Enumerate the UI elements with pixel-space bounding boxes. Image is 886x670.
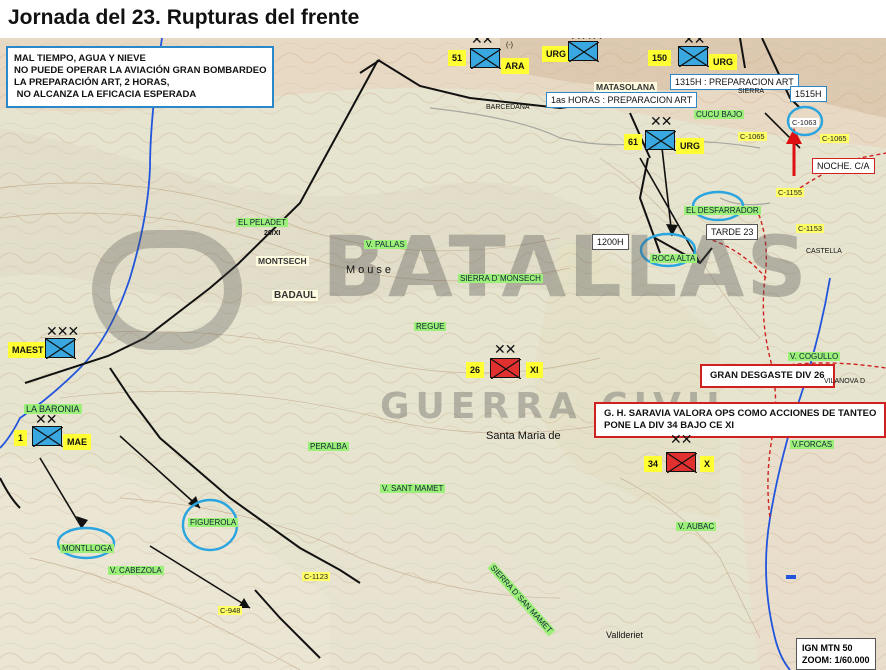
unit-symbol-icon bbox=[470, 48, 501, 69]
place-cogullo: V. COGULLO bbox=[788, 352, 841, 361]
place-roca-alta: ROCA ALTA bbox=[650, 254, 698, 263]
page-title: Jornada del 23. Rupturas del frente bbox=[8, 6, 360, 29]
unit-echelon: ✕✕✕ bbox=[46, 324, 79, 340]
unit-echelon: ✕✕ bbox=[683, 38, 705, 48]
place-badaul: BADAUL bbox=[272, 290, 319, 301]
place-mouse: Mouse bbox=[346, 264, 395, 276]
unit-symbol-icon bbox=[645, 130, 676, 151]
watermark-logo-icon bbox=[92, 230, 242, 350]
unit-symbol-icon bbox=[45, 338, 76, 359]
road-c1153: C-1153 bbox=[796, 224, 825, 233]
unit-label: URG bbox=[542, 46, 570, 62]
tarde-note: TARDE 23 bbox=[706, 224, 759, 240]
prep-note-2: 1315H : PREPARACION ART bbox=[670, 74, 799, 90]
unit-echelon: ✕✕ bbox=[471, 38, 493, 48]
road-c1063: C-1063 bbox=[790, 118, 819, 127]
place-26xi: 26/XI bbox=[264, 230, 281, 237]
place-desfarrador: EL DESFARRADOR bbox=[684, 206, 761, 215]
map-canvas[interactable]: BATALLAS GUERRA CIVIL MAL TIEMPO, AGUA Y… bbox=[0, 38, 886, 670]
unit-label: 34 bbox=[644, 456, 663, 472]
unit-echelon: ✕✕ bbox=[670, 432, 692, 448]
unit-tag: MAE bbox=[63, 434, 91, 450]
noche-note: NOCHE. C/A bbox=[812, 158, 875, 174]
place-barcedana: BARCEDANA bbox=[486, 104, 530, 111]
unit-extra: (-) bbox=[506, 42, 513, 49]
unit-label: 26 bbox=[466, 362, 485, 378]
place-aubac: V. AUBAC bbox=[676, 522, 717, 531]
unit-label: 51 bbox=[448, 50, 467, 66]
saravia-note: G. H. SARAVIA VALORA OPS COMO ACCIONES D… bbox=[594, 402, 886, 438]
place-pallas: V. PALLAS bbox=[364, 240, 407, 249]
place-santa-maria: Santa Maria de bbox=[486, 430, 561, 442]
place-peralba: PERALBA bbox=[308, 442, 349, 451]
place-baronia: LA BARONIA bbox=[24, 404, 82, 414]
place-forcas: V.FORCAS bbox=[790, 440, 835, 449]
prep-note-1: 1as HORAS : PREPARACION ART bbox=[546, 92, 698, 108]
unit-symbol-icon bbox=[568, 41, 599, 62]
unit-tag: ARA bbox=[501, 58, 529, 74]
place-sant-mamet: V. SANT MAMET bbox=[380, 484, 446, 493]
weather-note: MAL TIEMPO, AGUA Y NIEVE NO PUEDE OPERAR… bbox=[6, 46, 275, 108]
place-figuerola: FIGUEROLA bbox=[188, 518, 239, 527]
unit-symbol-icon bbox=[490, 358, 521, 379]
unit-symbol-icon bbox=[32, 426, 63, 447]
unit-label: 61 bbox=[624, 134, 643, 150]
place-cabezola: V. CABEZOLA bbox=[108, 566, 164, 575]
road-c1065b: C-1065 bbox=[820, 134, 849, 143]
place-regue: REGUE bbox=[414, 322, 447, 331]
place-montlloga: MONTLLOGA bbox=[60, 544, 115, 553]
road-c1123: C-1123 bbox=[302, 572, 331, 581]
place-peladet: EL PELADET bbox=[236, 218, 289, 227]
road-c1065: C-1065 bbox=[738, 132, 767, 141]
unit-tag: URG bbox=[676, 138, 704, 154]
unit-label: 1 bbox=[14, 430, 28, 446]
unit-symbol-icon bbox=[666, 452, 697, 473]
place-cucu: CUCU BAJO bbox=[694, 110, 745, 119]
time-1200: 1200H bbox=[592, 234, 629, 250]
map-scale-note: IGN MTN 50 ZOOM: 1/60.000 bbox=[796, 638, 876, 670]
place-vilanova: VILANOVA D bbox=[824, 378, 866, 385]
place-castella: CASTELLA bbox=[806, 248, 842, 255]
unit-echelon: ✕✕ bbox=[35, 412, 57, 428]
road-c948: C-948 bbox=[218, 606, 243, 615]
place-matasolana: MATASOLANA bbox=[594, 82, 658, 92]
unit-tag: X bbox=[700, 456, 715, 472]
unit-label: MAEST bbox=[8, 342, 48, 358]
unit-echelon: ✕✕ bbox=[650, 114, 672, 130]
desgaste-note: GRAN DESGASTE DIV 26 bbox=[700, 364, 835, 388]
place-montsech: MONTSECH bbox=[256, 256, 309, 266]
unit-label: 150 bbox=[648, 50, 672, 66]
unit-tag: XI bbox=[526, 362, 543, 378]
place-vallderiet: Vallderiet bbox=[606, 630, 643, 640]
time-1515: 1515H bbox=[790, 86, 827, 102]
unit-tag: URG bbox=[709, 54, 737, 70]
unit-symbol-icon bbox=[678, 46, 709, 67]
place-sierra-montsech: SIERRA D´MONSECH bbox=[458, 274, 543, 283]
unit-echelon: ✕✕ bbox=[494, 342, 516, 358]
road-c1155: C-1155 bbox=[776, 188, 805, 197]
place-sierra: SIERRA bbox=[738, 88, 765, 95]
